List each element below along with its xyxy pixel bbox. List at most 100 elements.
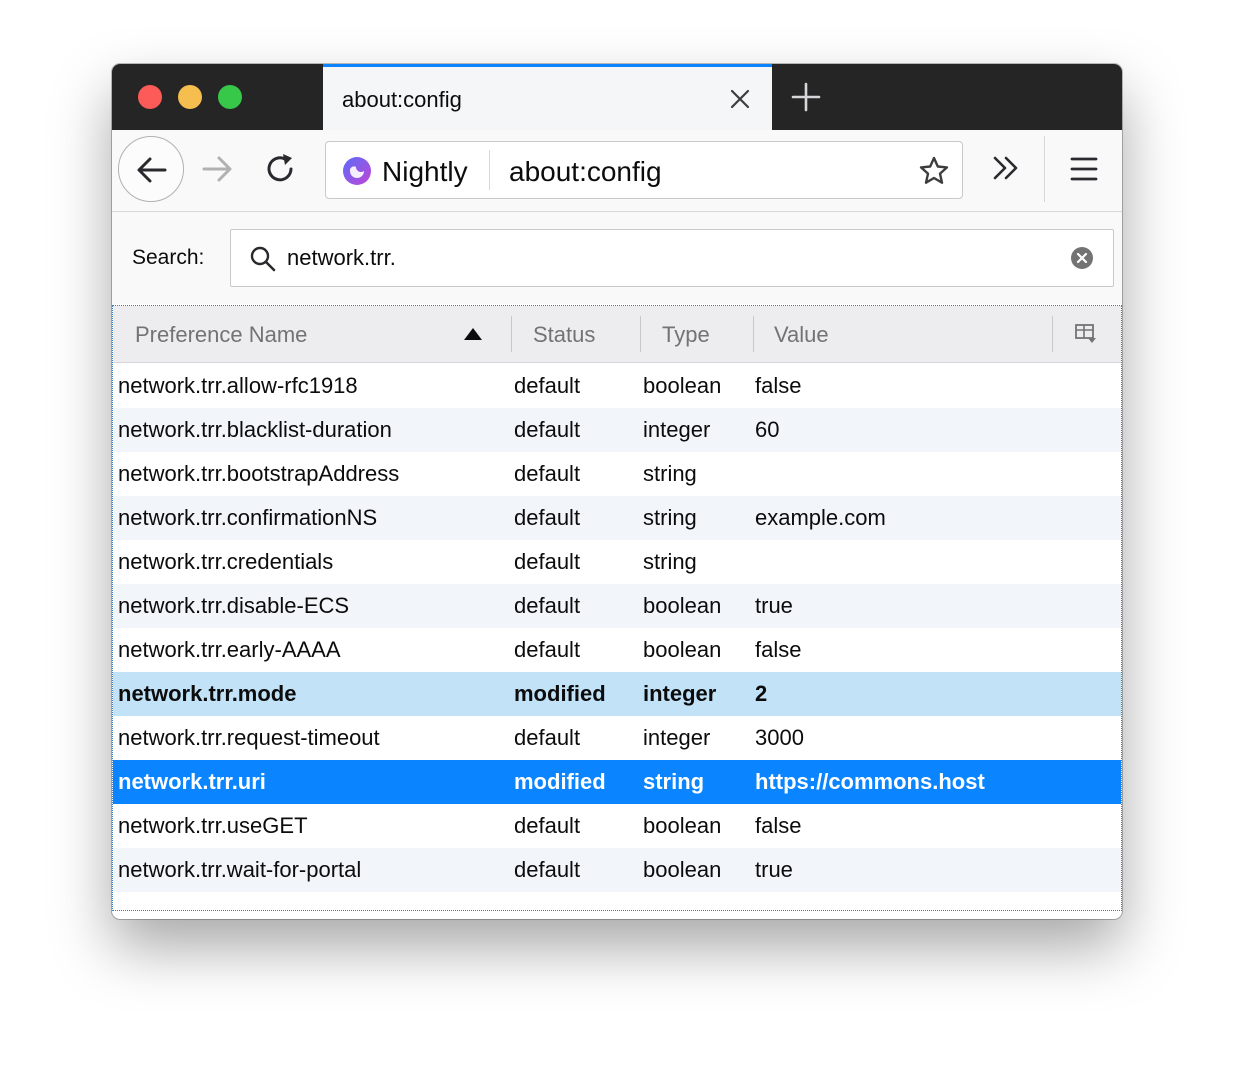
close-window-button[interactable] [138, 85, 162, 109]
table-row[interactable]: network.trr.request-timeout default inte… [113, 716, 1121, 760]
column-separator[interactable] [511, 316, 512, 352]
table-row[interactable]: network.trr.wait-for-portal default bool… [113, 848, 1121, 892]
cell-name: network.trr.useGET [118, 813, 308, 838]
cell-value: 2 [755, 681, 768, 706]
cell-name: network.trr.allow-rfc1918 [118, 373, 358, 398]
cell-type: string [643, 549, 697, 574]
table-row[interactable]: network.trr.useGET default boolean false [113, 804, 1121, 848]
cell-type: boolean [643, 857, 722, 882]
column-header-status[interactable]: Status [533, 306, 595, 363]
hamburger-menu-icon[interactable] [1069, 154, 1099, 184]
reload-icon[interactable] [264, 152, 298, 186]
browser-window: about:config Nightly about:config Search… [112, 64, 1122, 919]
table-row[interactable]: network.trr.bootstrapAddress default str… [113, 452, 1121, 496]
cell-type: boolean [643, 373, 722, 398]
search-row: Search: [112, 212, 1122, 304]
tree-header: Preference Name Status Type Value [113, 306, 1121, 363]
plus-icon[interactable] [790, 81, 822, 113]
table-row[interactable]: network.trr.confirmationNS default strin… [113, 496, 1121, 540]
cell-value: 3000 [755, 725, 804, 750]
cell-status: default [514, 637, 581, 662]
star-icon[interactable] [918, 155, 950, 187]
column-picker-icon[interactable] [1075, 324, 1097, 344]
cell-type: integer [643, 417, 711, 442]
cell-status: default [514, 461, 581, 486]
table-row-highlighted[interactable]: network.trr.mode modified integer 2 [113, 672, 1121, 716]
forward-arrow-icon[interactable] [200, 152, 234, 186]
cell-status: default [514, 857, 581, 882]
table-row[interactable]: network.trr.allow-rfc1918 default boolea… [113, 364, 1121, 408]
nightly-logo-icon [343, 157, 371, 185]
navigation-toolbar: Nightly about:config [112, 130, 1122, 212]
cell-name: network.trr.disable-ECS [118, 593, 350, 618]
column-header-value[interactable]: Value [774, 306, 829, 363]
cell-status: default [514, 373, 581, 398]
cell-name: network.trr.mode [118, 681, 297, 706]
cell-status: default [514, 417, 581, 442]
cell-value: example.com [755, 505, 886, 530]
cell-value: true [755, 857, 793, 882]
cell-name: network.trr.confirmationNS [118, 505, 378, 530]
tab-title: about:config [342, 87, 462, 112]
cell-name: network.trr.request-timeout [118, 725, 380, 750]
cell-type: integer [643, 725, 711, 750]
search-icon [250, 246, 276, 272]
cell-status: modified [514, 681, 606, 706]
column-separator[interactable] [640, 316, 641, 352]
tree-rows: network.trr.allow-rfc1918 default boolea… [113, 364, 1121, 892]
cell-name: network.trr.credentials [118, 549, 334, 574]
cell-value: false [755, 373, 802, 398]
url-bar[interactable]: Nightly about:config [325, 141, 963, 199]
preferences-tree[interactable]: Preference Name Status Type Value networ… [112, 305, 1122, 911]
search-box[interactable] [230, 229, 1114, 287]
cell-status: modified [514, 769, 606, 794]
close-icon[interactable] [728, 87, 752, 111]
cell-name: network.trr.early-AAAA [118, 637, 341, 662]
table-row[interactable]: network.trr.early-AAAA default boolean f… [113, 628, 1121, 672]
toolbar-separator [1044, 136, 1045, 202]
back-button[interactable] [118, 136, 184, 202]
column-header-preference-name[interactable]: Preference Name [135, 306, 307, 363]
cell-type: string [643, 769, 705, 794]
search-label: Search: [132, 246, 205, 269]
tab-strip: about:config [112, 64, 1122, 130]
cell-type: integer [643, 681, 717, 706]
sort-ascending-icon[interactable] [464, 328, 482, 340]
identity-label: Nightly [382, 156, 468, 187]
cell-name: network.trr.blacklist-duration [118, 417, 392, 442]
table-row[interactable]: network.trr.credentials default string [113, 540, 1121, 584]
table-row[interactable]: network.trr.blacklist-duration default i… [113, 408, 1121, 452]
cell-value: true [755, 593, 793, 618]
table-row-selected[interactable]: network.trr.uri modified string https://… [113, 760, 1121, 804]
cell-type: string [643, 461, 697, 486]
cell-value: https://commons.host [755, 769, 985, 794]
clear-circle-icon[interactable] [1071, 247, 1093, 269]
cell-status: default [514, 725, 581, 750]
cell-status: default [514, 505, 581, 530]
chevron-double-right-icon[interactable] [990, 152, 1022, 184]
cell-name: network.trr.uri [118, 769, 266, 794]
cell-name: network.trr.wait-for-portal [118, 857, 362, 882]
column-header-type[interactable]: Type [662, 306, 710, 363]
minimize-window-button[interactable] [178, 85, 202, 109]
cell-value: false [755, 813, 802, 838]
cell-status: default [514, 593, 581, 618]
tab-about-config[interactable]: about:config [323, 64, 772, 130]
column-separator[interactable] [753, 316, 754, 352]
search-input[interactable] [287, 242, 1047, 274]
cell-value: false [755, 637, 802, 662]
cell-type: boolean [643, 813, 722, 838]
cell-status: default [514, 813, 581, 838]
cell-value: 60 [755, 417, 780, 442]
table-row[interactable]: network.trr.disable-ECS default boolean … [113, 584, 1121, 628]
cell-type: boolean [643, 637, 722, 662]
cell-type: string [643, 505, 697, 530]
zoom-window-button[interactable] [218, 85, 242, 109]
back-arrow-icon [137, 157, 167, 183]
url-separator [489, 150, 490, 190]
cell-type: boolean [643, 593, 722, 618]
cell-name: network.trr.bootstrapAddress [118, 461, 400, 486]
column-separator[interactable] [1052, 316, 1053, 352]
cell-status: default [514, 549, 581, 574]
url-text[interactable]: about:config [509, 156, 662, 188]
